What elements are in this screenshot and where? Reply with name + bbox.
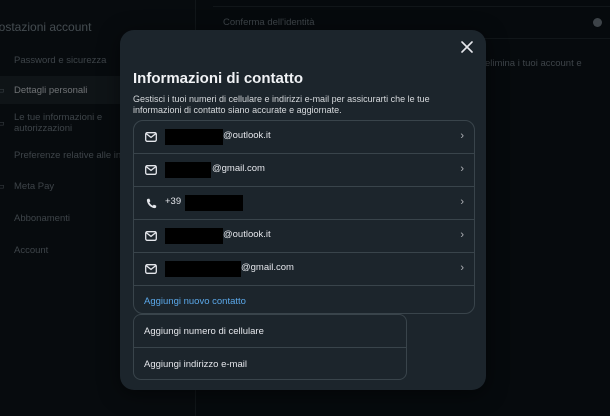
- contact-value: +39: [165, 196, 182, 207]
- redacted-text: [165, 261, 241, 277]
- phone-icon: [144, 196, 158, 210]
- chevron-right-icon: ›: [460, 262, 464, 274]
- add-new-contact-link[interactable]: Aggiungi nuovo contatto: [134, 286, 474, 313]
- contact-value: @gmail.com: [241, 262, 294, 273]
- contact-row-email-4[interactable]: @gmail.com ›: [134, 253, 474, 286]
- modal-title: Informazioni di contatto: [133, 70, 303, 87]
- contact-list: @outlook.it › @gmail.com › +39 › @outloo…: [133, 120, 475, 314]
- contact-value: @gmail.com: [212, 163, 265, 174]
- modal-description: Gestisci i tuoi numeri di cellulare e in…: [133, 94, 430, 115]
- contact-row-phone[interactable]: +39 ›: [134, 187, 474, 220]
- add-contact-dropdown: Aggiungi numero di cellulare Aggiungi in…: [133, 314, 407, 380]
- close-button[interactable]: [458, 40, 476, 58]
- redacted-text: [165, 129, 223, 145]
- contact-row-email-1[interactable]: @outlook.it ›: [134, 121, 474, 154]
- add-phone-number-option[interactable]: Aggiungi numero di cellulare: [134, 315, 406, 347]
- redacted-text: [165, 228, 223, 244]
- contact-value: @outlook.it: [223, 130, 271, 141]
- contact-row-email-3[interactable]: @outlook.it ›: [134, 220, 474, 253]
- contact-info-modal: Informazioni di contatto Gestisci i tuoi…: [120, 30, 486, 390]
- mail-icon: [144, 262, 158, 276]
- contact-value: @outlook.it: [223, 229, 271, 240]
- contact-row-email-2[interactable]: @gmail.com ›: [134, 154, 474, 187]
- chevron-right-icon: ›: [460, 229, 464, 241]
- close-icon: [461, 41, 473, 53]
- mail-icon: [144, 130, 158, 144]
- mail-icon: [144, 229, 158, 243]
- mail-icon: [144, 163, 158, 177]
- add-email-option[interactable]: Aggiungi indirizzo e-mail: [134, 347, 406, 379]
- chevron-right-icon: ›: [460, 196, 464, 208]
- redacted-text: [165, 162, 211, 178]
- chevron-right-icon: ›: [460, 130, 464, 142]
- redacted-text: [185, 195, 243, 211]
- chevron-right-icon: ›: [460, 163, 464, 175]
